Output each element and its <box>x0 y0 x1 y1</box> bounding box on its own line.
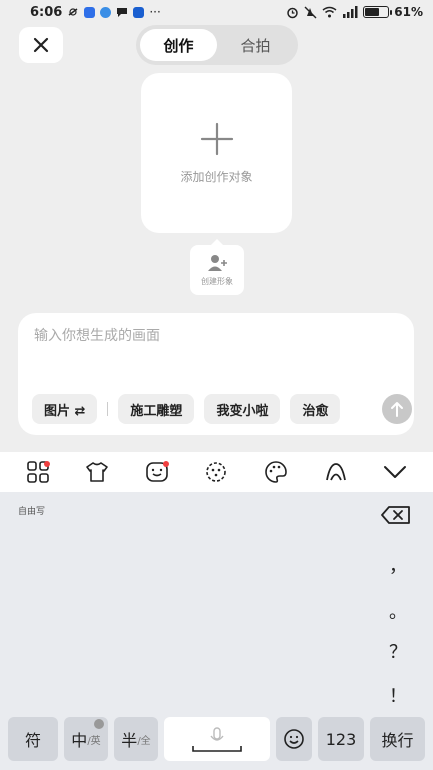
create-avatar-label: 创建形象 <box>201 276 233 286</box>
emoji-icon <box>284 729 304 749</box>
freewrite-mode-label: 自由写 <box>18 507 46 517</box>
chip-i-shrink[interactable]: 我变小啦 <box>204 394 281 424</box>
tshirt-icon <box>86 462 109 482</box>
close-button[interactable] <box>19 27 63 63</box>
apps-badge <box>43 461 50 467</box>
zh-en-key[interactable]: 中/英 <box>64 717 108 761</box>
microphone-icon <box>192 727 242 752</box>
chip-construction-sculpture[interactable]: 施工雕塑 <box>118 394 195 424</box>
half-full-key[interactable]: 半/全 <box>114 717 158 761</box>
chip-row: 图片 ⇄ 施工雕塑 我变小啦 治愈 <box>32 393 368 425</box>
send-button-circle <box>382 394 412 424</box>
half-full-main: 半 <box>121 731 138 750</box>
chevron-down-icon <box>384 466 407 478</box>
backspace-icon[interactable] <box>380 504 412 526</box>
zh-en-badge <box>94 719 104 729</box>
palette-button[interactable] <box>261 457 291 487</box>
keyboard-bottom-row: 符 中/英 半/全 123 换行 <box>0 717 433 763</box>
tab-duet[interactable]: 合拍 <box>217 29 294 61</box>
send-button[interactable] <box>379 394 415 424</box>
punct-comma[interactable]: ， <box>386 552 410 578</box>
message-icon <box>117 8 128 17</box>
tab-create[interactable]: 创作 <box>140 29 217 61</box>
status-left: 6:06 ··· <box>30 5 161 20</box>
create-avatar-button[interactable]: 创建形象 <box>190 239 244 295</box>
status-right: 61% <box>286 5 423 19</box>
add-person-icon <box>208 254 227 271</box>
sticker-button[interactable] <box>201 457 231 487</box>
palette-icon <box>265 461 287 483</box>
close-icon <box>33 37 49 53</box>
punct-question[interactable]: ？ <box>386 638 410 664</box>
battery-level <box>365 8 379 16</box>
app-notification-icon <box>84 6 96 18</box>
chip-divider <box>107 402 109 416</box>
add-target-label: 添加创作对象 <box>180 169 253 184</box>
wifi-icon <box>322 6 337 18</box>
symbols-key[interactable]: 符 <box>8 717 58 761</box>
space-key[interactable] <box>164 717 270 761</box>
mode-segment: 创作 合拍 <box>136 25 298 65</box>
status-time: 6:06 <box>30 4 63 20</box>
keyboard-toolbar <box>0 452 433 492</box>
alarm-icon <box>287 7 299 18</box>
mute-icon <box>304 6 317 18</box>
skin-button[interactable] <box>82 457 112 487</box>
chip-fade <box>338 393 368 425</box>
vpn-notification-icon <box>133 6 145 18</box>
chip-healing[interactable]: 治愈 <box>290 394 341 424</box>
cookie-icon <box>206 462 227 482</box>
chip-image-toggle[interactable]: 图片 ⇄ <box>32 394 98 424</box>
handwriting-button[interactable] <box>321 457 351 487</box>
arrow-up-icon <box>391 402 403 417</box>
emoji-key[interactable] <box>276 717 312 761</box>
punct-period[interactable]: 。 <box>386 598 410 624</box>
punct-exclaim[interactable]: ！ <box>386 682 410 708</box>
add-target-card[interactable]: 添加创作对象 <box>141 73 292 233</box>
apps-grid-button[interactable] <box>23 457 53 487</box>
zh-en-sub: /英 <box>87 735 101 747</box>
browser-notification-icon <box>100 6 112 18</box>
prompt-panel: 输入你想生成的画面 图片 ⇄ 施工雕塑 我变小啦 治愈 <box>18 313 414 435</box>
numbers-key[interactable]: 123 <box>318 717 364 761</box>
hide-keyboard-button[interactable] <box>380 457 410 487</box>
plus-icon <box>200 122 233 155</box>
status-bar: 6:06 ··· 61% <box>0 0 433 24</box>
emoji-badge <box>162 461 169 467</box>
half-full-sub: /全 <box>137 735 151 747</box>
handwriting-icon <box>325 463 346 481</box>
more-notifications-icon: ··· <box>149 5 161 19</box>
enter-key[interactable]: 换行 <box>370 717 425 761</box>
prompt-input[interactable]: 输入你想生成的画面 <box>34 325 160 345</box>
battery-percent: 61% <box>394 5 423 19</box>
keyboard-area: 自由写 ， 。 ？ ！ 符 中/英 半/全 123 换行 <box>0 492 433 770</box>
signal-icon <box>343 6 358 18</box>
zh-en-main: 中 <box>71 731 88 750</box>
emoji-face-button[interactable] <box>142 457 172 487</box>
battery-icon <box>363 6 393 18</box>
notification-muted-icon <box>68 8 78 16</box>
